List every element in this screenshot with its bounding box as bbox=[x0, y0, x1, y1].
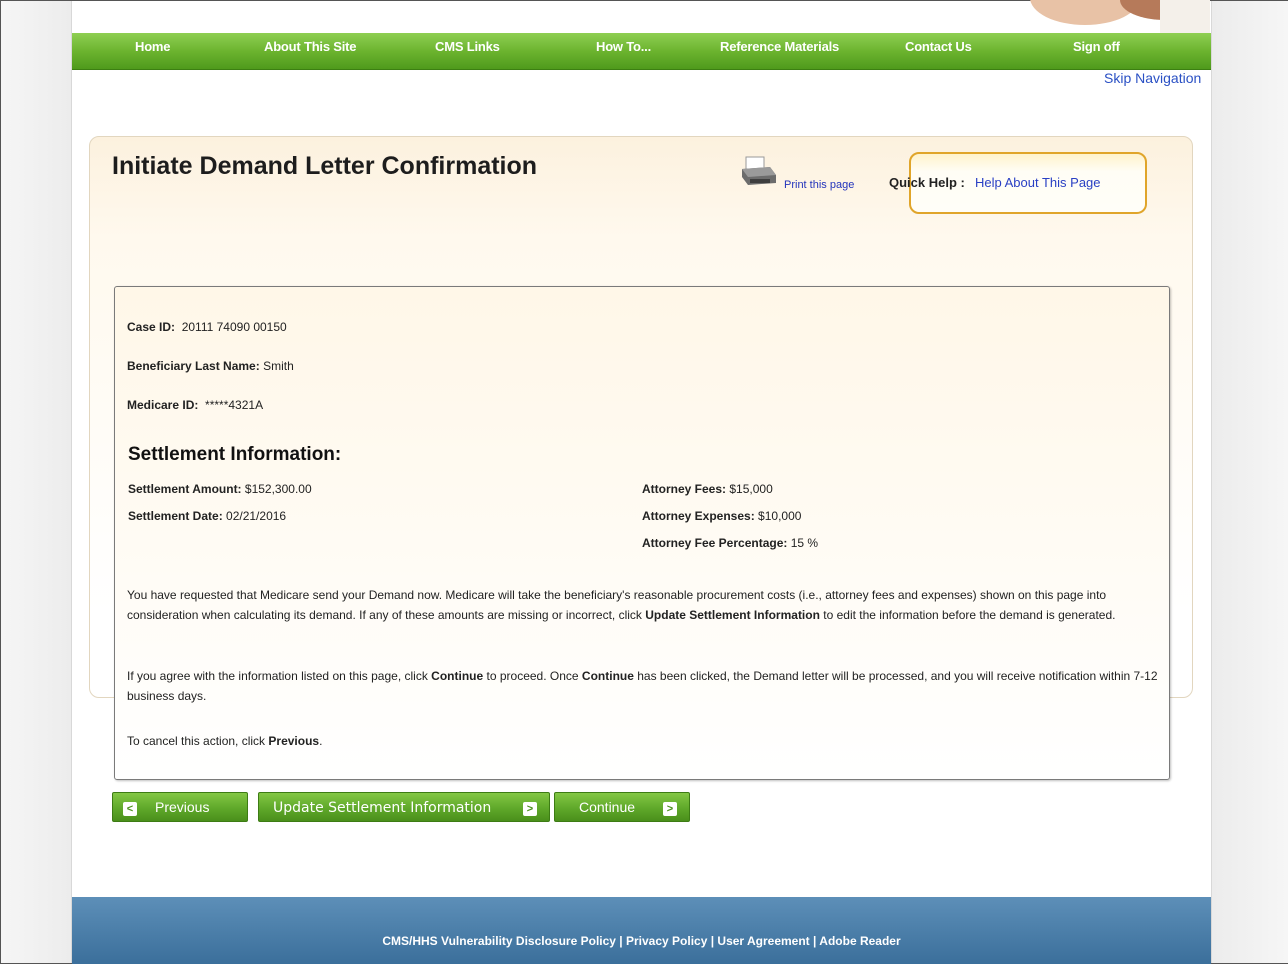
demand-explanation-paragraph: You have requested that Medicare send yo… bbox=[127, 585, 1162, 625]
attorney-fee-percentage-field: Attorney Fee Percentage: 15 % bbox=[642, 536, 818, 550]
left-gutter bbox=[1, 1, 72, 963]
printer-icon[interactable] bbox=[740, 155, 780, 189]
case-id-value: 20111 74090 00150 bbox=[181, 320, 287, 334]
previous-button[interactable]: < Previous bbox=[112, 792, 248, 822]
paragraph-text: to proceed. Once bbox=[483, 669, 582, 683]
attorney-fees-value: $15,000 bbox=[729, 482, 773, 496]
footer-separator: | bbox=[707, 934, 718, 948]
attorney-fee-percentage-value: 15 % bbox=[790, 536, 819, 550]
footer: CMS/HHS Vulnerability Disclosure Policy … bbox=[72, 897, 1211, 964]
cancel-instructions-paragraph: To cancel this action, click Previous. bbox=[127, 731, 1162, 751]
nav-about-this-site[interactable]: About This Site bbox=[264, 39, 357, 54]
paragraph-text: To cancel this action, click bbox=[127, 734, 269, 748]
footer-links: CMS/HHS Vulnerability Disclosure Policy … bbox=[72, 934, 1211, 948]
nav-cms-links[interactable]: CMS Links bbox=[435, 39, 500, 54]
nav-contact-us[interactable]: Contact Us bbox=[905, 39, 972, 54]
chevron-right-icon: > bbox=[523, 802, 537, 816]
footer-link-privacy-policy[interactable]: Privacy Policy bbox=[626, 934, 707, 948]
case-id-field: Case ID: 20111 74090 00150 bbox=[127, 320, 287, 334]
footer-separator: | bbox=[615, 934, 626, 948]
top-navigation: Home About This Site CMS Links How To...… bbox=[72, 33, 1211, 70]
settlement-heading: Settlement Information: bbox=[128, 444, 342, 465]
last-name-value: Smith bbox=[263, 359, 294, 373]
paragraph-emphasis: Continue bbox=[431, 669, 484, 683]
paragraph-emphasis: Continue bbox=[581, 669, 634, 683]
skip-navigation-link[interactable]: Skip Navigation bbox=[1104, 70, 1201, 86]
nav-reference-materials[interactable]: Reference Materials bbox=[720, 39, 839, 54]
nav-home[interactable]: Home bbox=[135, 39, 171, 54]
update-settlement-information-button[interactable]: Update Settlement Information > bbox=[258, 792, 550, 822]
paragraph-text: If you agree with the information listed… bbox=[127, 669, 432, 683]
footer-link-vulnerability-disclosure[interactable]: CMS/HHS Vulnerability Disclosure Policy bbox=[382, 934, 616, 948]
footer-link-adobe-reader[interactable]: Adobe Reader bbox=[819, 934, 900, 948]
paragraph-emphasis: Previous bbox=[268, 734, 320, 748]
page-title: Initiate Demand Letter Confirmation bbox=[112, 152, 538, 180]
settlement-amount-field: Settlement Amount: $152,300.00 bbox=[128, 482, 312, 496]
paragraph-text: . bbox=[319, 734, 323, 748]
nav-sign-off[interactable]: Sign off bbox=[1073, 39, 1120, 54]
nav-how-to[interactable]: How To... bbox=[596, 39, 651, 54]
medicare-id-field: Medicare ID: *****4321A bbox=[127, 398, 263, 412]
header-photo bbox=[1010, 0, 1210, 34]
continue-button[interactable]: Continue > bbox=[554, 792, 690, 822]
paragraph-emphasis: Update Settlement Information bbox=[645, 608, 820, 622]
chevron-right-icon: > bbox=[663, 802, 677, 816]
medicare-id-label: Medicare ID: bbox=[127, 398, 199, 412]
attorney-fees-field: Attorney Fees: $15,000 bbox=[642, 482, 773, 496]
attorney-fees-label: Attorney Fees: bbox=[642, 482, 727, 496]
settlement-date-value: 02/21/2016 bbox=[226, 509, 287, 523]
attorney-expenses-value: $10,000 bbox=[758, 509, 802, 523]
settlement-amount-label: Settlement Amount: bbox=[128, 482, 242, 496]
settlement-amount-value: $152,300.00 bbox=[244, 482, 312, 496]
last-name-label: Beneficiary Last Name: bbox=[127, 359, 260, 373]
quick-help-label: Quick Help : bbox=[889, 175, 965, 190]
continue-button-label: Continue bbox=[579, 799, 636, 815]
attorney-expenses-label: Attorney Expenses: bbox=[642, 509, 755, 523]
attorney-fee-percentage-label: Attorney Fee Percentage: bbox=[642, 536, 788, 550]
chevron-left-icon: < bbox=[123, 802, 137, 816]
update-button-label: Update Settlement Information bbox=[273, 800, 492, 816]
right-gutter bbox=[1211, 1, 1288, 963]
paragraph-text: to edit the information before the deman… bbox=[819, 608, 1116, 622]
settlement-date-field: Settlement Date: 02/21/2016 bbox=[128, 509, 286, 523]
case-id-label: Case ID: bbox=[127, 320, 176, 334]
footer-link-user-agreement[interactable]: User Agreement bbox=[717, 934, 809, 948]
footer-separator: | bbox=[809, 934, 820, 948]
print-page-link[interactable]: Print this page bbox=[784, 179, 854, 191]
attorney-expenses-field: Attorney Expenses: $10,000 bbox=[642, 509, 801, 523]
previous-button-label: Previous bbox=[155, 799, 210, 815]
medicare-id-value: *****4321A bbox=[205, 398, 264, 412]
help-about-page-link[interactable]: Help About This Page bbox=[975, 175, 1101, 190]
continue-instructions-paragraph: If you agree with the information listed… bbox=[127, 666, 1162, 706]
settlement-date-label: Settlement Date: bbox=[128, 509, 223, 523]
last-name-field: Beneficiary Last Name: Smith bbox=[127, 359, 294, 373]
